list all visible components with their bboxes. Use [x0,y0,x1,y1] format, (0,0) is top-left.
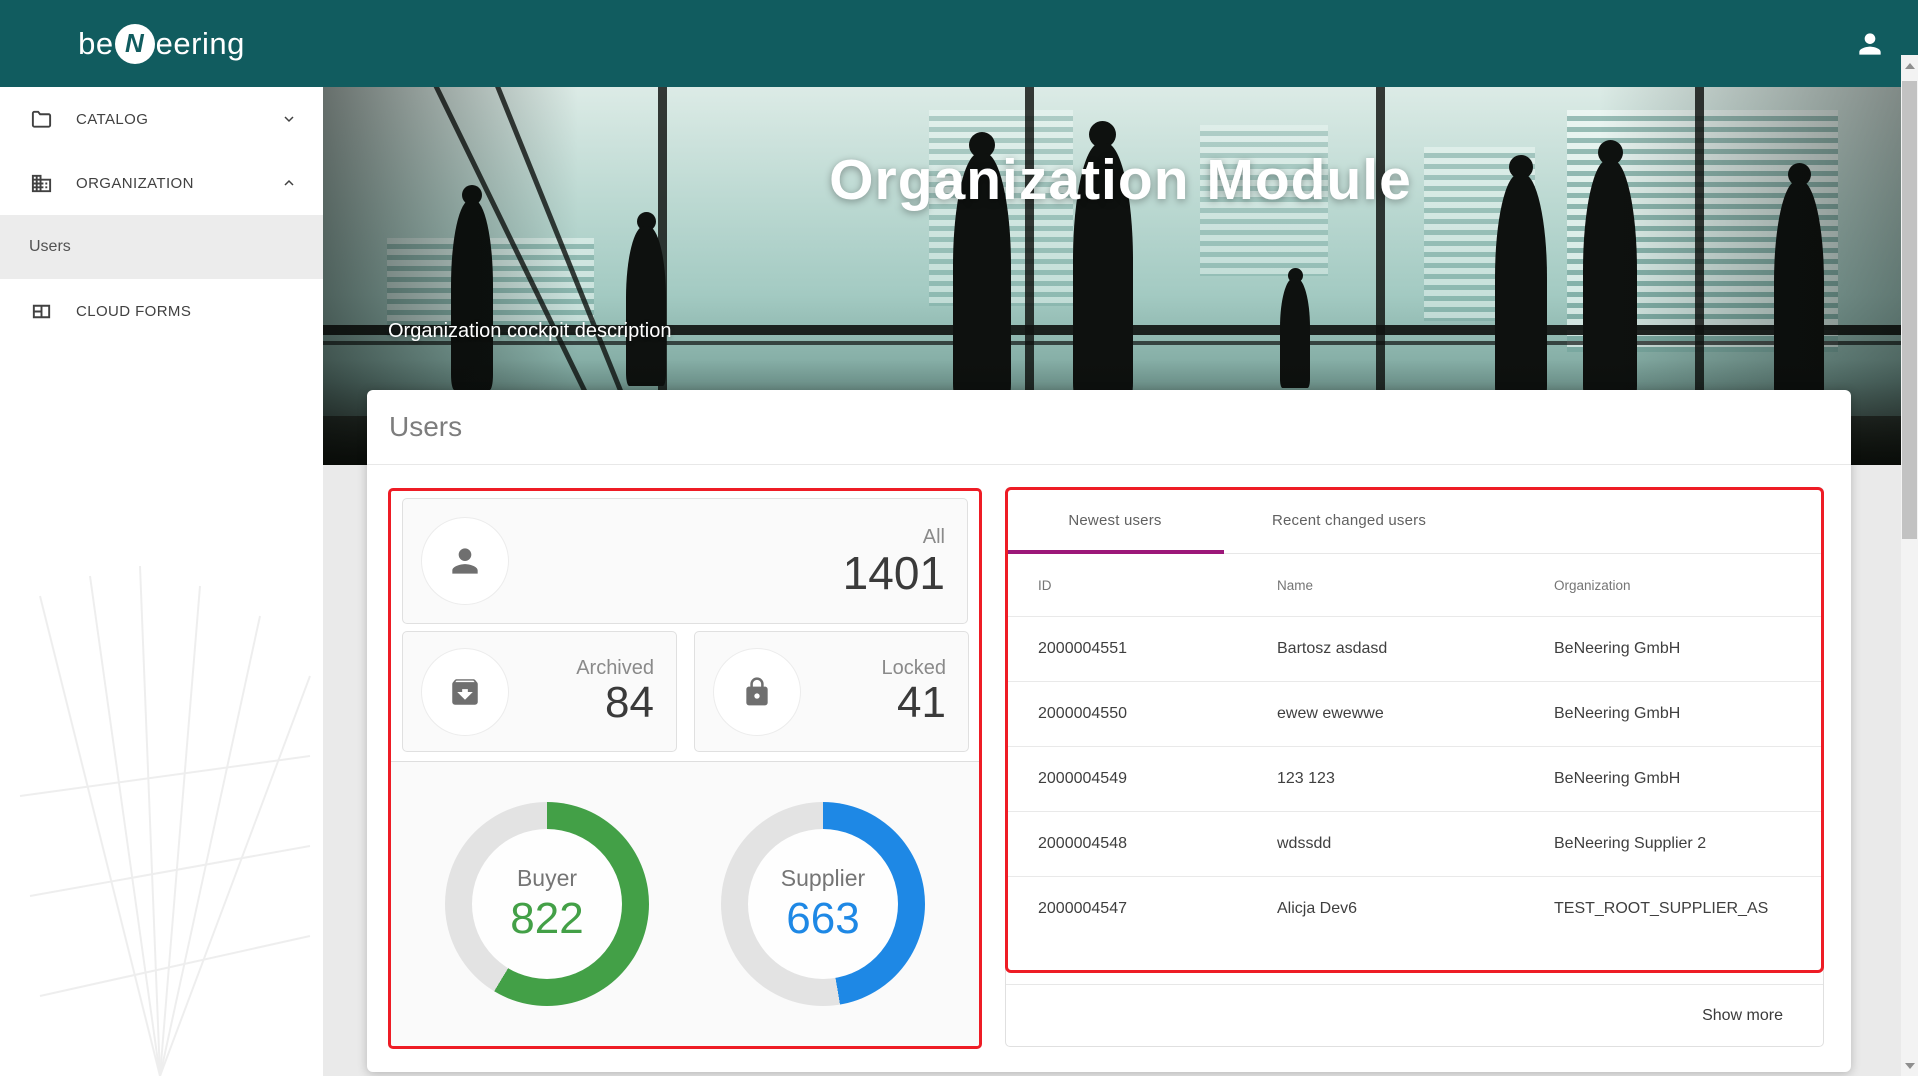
stat-label: Locked [882,656,947,680]
logo-block: beNeering [0,0,323,87]
cell-id: 2000004550 [1038,705,1277,723]
page-description: Organization cockpit description [388,320,671,343]
scrollbar-thumb[interactable] [1902,81,1917,539]
archive-icon [448,675,482,709]
cell-id: 2000004547 [1038,900,1277,918]
lock-icon [741,676,773,708]
page-title: Organization Module [323,147,1918,213]
column-header-organization: Organization [1554,578,1823,593]
stat-label: All [843,525,945,549]
table-header-row: ID Name Organization [1006,554,1823,616]
logo-text-suffix: eering [156,26,245,62]
sidebar-subitem-label: Users [29,238,71,256]
donut-label: Supplier [781,865,865,892]
donut-charts-section: Buyer 822 Supplier 663 [391,761,979,1046]
donut-value: 663 [786,894,859,944]
users-card: Users All 1401 Archived 84 [367,390,1851,1072]
cell-organization: BeNeering Supplier 2 [1554,835,1823,853]
stat-label: Archived [576,656,654,680]
beneering-logo: beNeering [78,24,245,64]
column-header-id: ID [1038,578,1277,593]
stat-icon-circle [421,648,509,736]
sidebar-item-cloud-forms[interactable]: CLOUD FORMS [0,279,323,343]
person-icon [446,542,484,580]
scrollbar-up-arrow[interactable] [1901,57,1918,74]
stat-value: 41 [882,680,947,726]
sidebar-item-label: CATALOG [76,111,148,128]
person-silhouette [626,212,666,386]
annotation-box-left: All 1401 Archived 84 Locked [388,488,982,1049]
cell-name: Alicja Dev6 [1277,900,1554,918]
donut-label: Buyer [517,865,577,892]
person-silhouette [1280,268,1310,388]
table-row[interactable]: 2000004548wdssddBeNeering Supplier 2 [1006,811,1823,876]
cell-name: ewew ewewwe [1277,705,1554,723]
donut-value: 822 [510,894,583,944]
sidebar-item-catalog[interactable]: CATALOG [0,87,323,151]
tab-label: Recent changed users [1272,512,1426,529]
stat-icon-circle [713,648,801,736]
cell-organization: BeNeering GmbH [1554,705,1823,723]
column-header-name: Name [1277,578,1554,593]
card-title: Users [389,411,462,443]
folder-icon [30,108,53,131]
cell-name: Bartosz asdasd [1277,640,1554,658]
stat-all-card: All 1401 [402,498,968,624]
tab-recent-changed-users[interactable]: Recent changed users [1224,488,1474,553]
show-more-button[interactable]: Show more [1702,1007,1783,1025]
table-row[interactable]: 2000004549123 123BeNeering GmbH [1006,746,1823,811]
building-icon [30,172,53,195]
main-area: Organization Module Organization cockpit… [323,0,1918,1076]
tabs-row: Newest users Recent changed users [1006,488,1823,554]
user-account-icon[interactable] [1854,28,1886,60]
stat-locked-card: Locked 41 [694,631,969,752]
cell-id: 2000004551 [1038,640,1277,658]
cell-organization: BeNeering GmbH [1554,770,1823,788]
sidebar-item-organization[interactable]: ORGANIZATION [0,151,323,215]
scrollbar-down-arrow[interactable] [1901,1057,1918,1074]
top-app-bar [323,0,1918,87]
cell-organization: TEST_ROOT_SUPPLIER_AS [1554,900,1823,918]
stat-archived-card: Archived 84 [402,631,677,752]
logo-text-prefix: be [78,26,113,62]
stat-icon-circle [421,517,509,605]
show-more-row: Show more [1006,984,1823,1046]
table-row[interactable]: 2000004551Bartosz asdasdBeNeering GmbH [1006,616,1823,681]
sidebar-item-users[interactable]: Users [0,215,323,279]
sidebar-item-label: ORGANIZATION [76,175,194,192]
person-silhouette [451,185,493,390]
newest-users-panel: Newest users Recent changed users ID Nam… [1005,487,1824,1047]
supplier-donut-chart: Supplier 663 [721,802,925,1006]
chevron-up-icon [281,175,297,191]
page-scrollbar [1901,55,1918,1076]
cell-name: 123 123 [1277,770,1554,788]
building-watermark [0,376,323,1076]
sidebar: beNeering CATALOG ORGANIZATION Users CLO… [0,0,323,1076]
cell-id: 2000004548 [1038,835,1277,853]
tab-newest-users[interactable]: Newest users [1006,488,1224,553]
table-row[interactable]: 2000004547Alicja Dev6TEST_ROOT_SUPPLIER_… [1006,876,1823,941]
table-row[interactable]: 2000004550ewew ewewweBeNeering GmbH [1006,681,1823,746]
grid-icon [30,300,53,323]
buyer-donut-chart: Buyer 822 [445,802,649,1006]
logo-n-mark: N [115,24,155,64]
cell-name: wdssdd [1277,835,1554,853]
tab-label: Newest users [1068,512,1161,529]
table-body: 2000004551Bartosz asdasdBeNeering GmbH20… [1006,616,1823,941]
sidebar-item-label: CLOUD FORMS [76,303,191,320]
users-card-header: Users [367,390,1851,465]
stat-value: 84 [576,680,654,726]
cell-id: 2000004549 [1038,770,1277,788]
chevron-down-icon [281,111,297,127]
stat-value: 1401 [843,549,945,597]
cell-organization: BeNeering GmbH [1554,640,1823,658]
